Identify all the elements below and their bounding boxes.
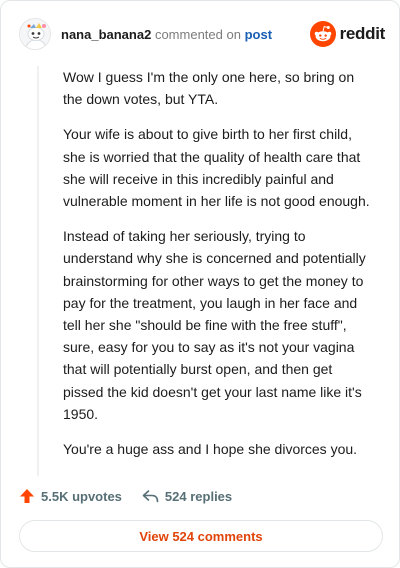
upvote-button[interactable]: 5.5K upvotes: [19, 488, 122, 504]
comment-header: nana_banana2 commented on post reddit: [19, 18, 385, 50]
snoo-avatar-icon: [20, 19, 50, 49]
reddit-alien-icon: [309, 21, 336, 47]
reply-button[interactable]: 524 replies: [142, 489, 232, 504]
reply-count: 524 replies: [164, 488, 233, 504]
comment-meta: nana_banana2 commented on post: [61, 27, 272, 43]
view-comments-button[interactable]: View 524 comments: [19, 520, 383, 552]
reddit-wordmark: reddit: [339, 24, 386, 43]
upvote-count: 5.5K upvotes: [41, 488, 122, 504]
comment-body: Wow I guess I'm the only one here, so br…: [37, 66, 377, 476]
comment-paragraph: Your wife is about to give birth to her …: [63, 126, 370, 210]
comment-paragraph: Wow I guess I'm the only one here, so br…: [63, 69, 355, 108]
comment-paragraph: You're a huge ass and I hope she divorce…: [63, 441, 358, 458]
reddit-brand[interactable]: reddit: [309, 21, 386, 47]
reply-arrow-icon: [142, 489, 159, 502]
post-link[interactable]: post: [245, 27, 272, 42]
comment-paragraph: Instead of taking her seriously, trying …: [63, 228, 366, 422]
comment-card: nana_banana2 commented on post reddit Wo…: [0, 0, 400, 568]
comment-actions: 5.5K upvotes 524 replies: [19, 485, 232, 507]
username[interactable]: nana_banana2: [61, 27, 151, 42]
commented-on-text: commented on: [154, 27, 241, 42]
upvote-arrow-icon: [20, 489, 34, 503]
user-avatar[interactable]: [19, 18, 51, 50]
